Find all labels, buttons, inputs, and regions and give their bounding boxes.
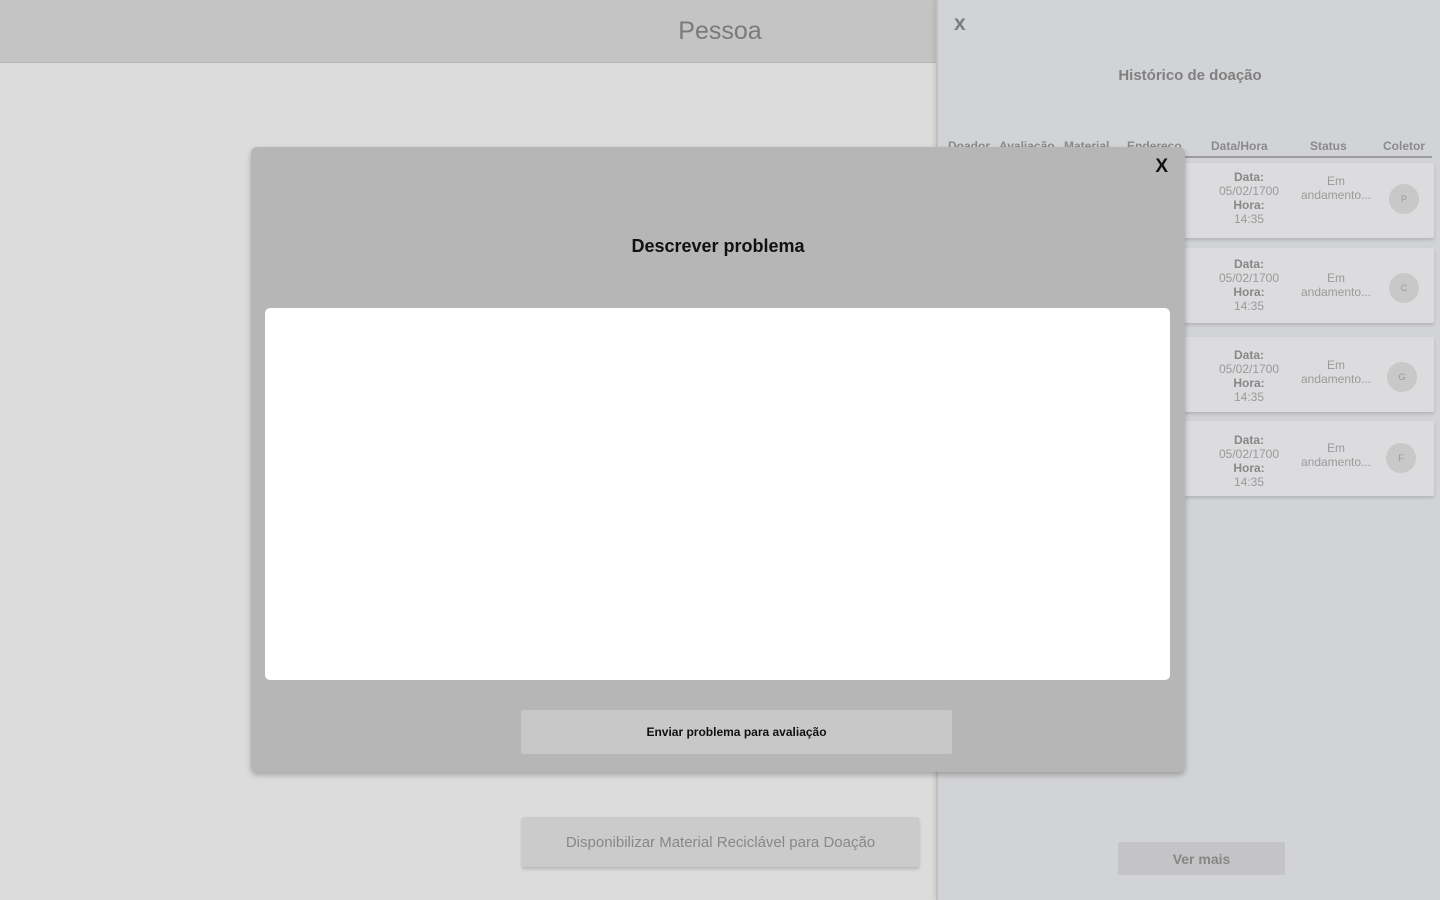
panel-title: Histórico de doação bbox=[1118, 67, 1262, 84]
status-cell: Em andamento... bbox=[1300, 174, 1372, 202]
date-value: 05/02/1700 bbox=[1218, 184, 1280, 198]
date-value: 05/02/1700 bbox=[1218, 362, 1280, 376]
time-value: 14:35 bbox=[1233, 212, 1265, 226]
collector-avatar[interactable]: F bbox=[1386, 443, 1416, 473]
time-value: 14:35 bbox=[1233, 390, 1265, 404]
column-header-status: Status bbox=[1310, 139, 1347, 153]
describe-problem-modal: X Descrever problema Enviar problema par… bbox=[251, 147, 1185, 772]
problem-description-textarea[interactable] bbox=[265, 308, 1170, 680]
close-panel-icon[interactable]: x bbox=[954, 12, 966, 36]
date-label: Data: bbox=[1233, 170, 1264, 184]
date-label: Data: bbox=[1233, 433, 1264, 447]
submit-problem-button[interactable]: Enviar problema para avaliação bbox=[521, 710, 952, 754]
time-value: 14:35 bbox=[1233, 299, 1265, 313]
date-value: 05/02/1700 bbox=[1218, 271, 1280, 285]
date-value: 05/02/1700 bbox=[1218, 447, 1280, 461]
status-cell: Em andamento... bbox=[1300, 441, 1372, 469]
collector-avatar[interactable]: C bbox=[1389, 273, 1419, 303]
date-label: Data: bbox=[1233, 257, 1264, 271]
time-label: Hora: bbox=[1233, 376, 1265, 390]
close-modal-icon[interactable]: X bbox=[1155, 156, 1168, 178]
time-label: Hora: bbox=[1233, 198, 1265, 212]
date-label: Data: bbox=[1233, 348, 1264, 362]
status-cell: Em andamento... bbox=[1300, 271, 1372, 299]
donate-material-button[interactable]: Disponibilizar Material Reciclável para … bbox=[522, 817, 919, 867]
date-time-cell: Data: 05/02/1700 Hora: 14:35 bbox=[1204, 348, 1294, 404]
collector-avatar[interactable]: P bbox=[1389, 184, 1419, 214]
time-label: Hora: bbox=[1233, 285, 1265, 299]
modal-title: Descrever problema bbox=[631, 236, 805, 256]
date-time-cell: Data: 05/02/1700 Hora: 14:35 bbox=[1204, 257, 1294, 313]
time-label: Hora: bbox=[1233, 461, 1265, 475]
collector-avatar[interactable]: G bbox=[1387, 362, 1417, 392]
time-value: 14:35 bbox=[1233, 475, 1265, 489]
see-more-button[interactable]: Ver mais bbox=[1118, 842, 1285, 875]
date-time-cell: Data: 05/02/1700 Hora: 14:35 bbox=[1204, 433, 1294, 489]
date-time-cell: Data: 05/02/1700 Hora: 14:35 bbox=[1204, 170, 1294, 226]
status-cell: Em andamento... bbox=[1300, 358, 1372, 386]
column-header-data-hora: Data/Hora bbox=[1211, 139, 1268, 153]
column-header-coletor: Coletor bbox=[1383, 139, 1425, 153]
